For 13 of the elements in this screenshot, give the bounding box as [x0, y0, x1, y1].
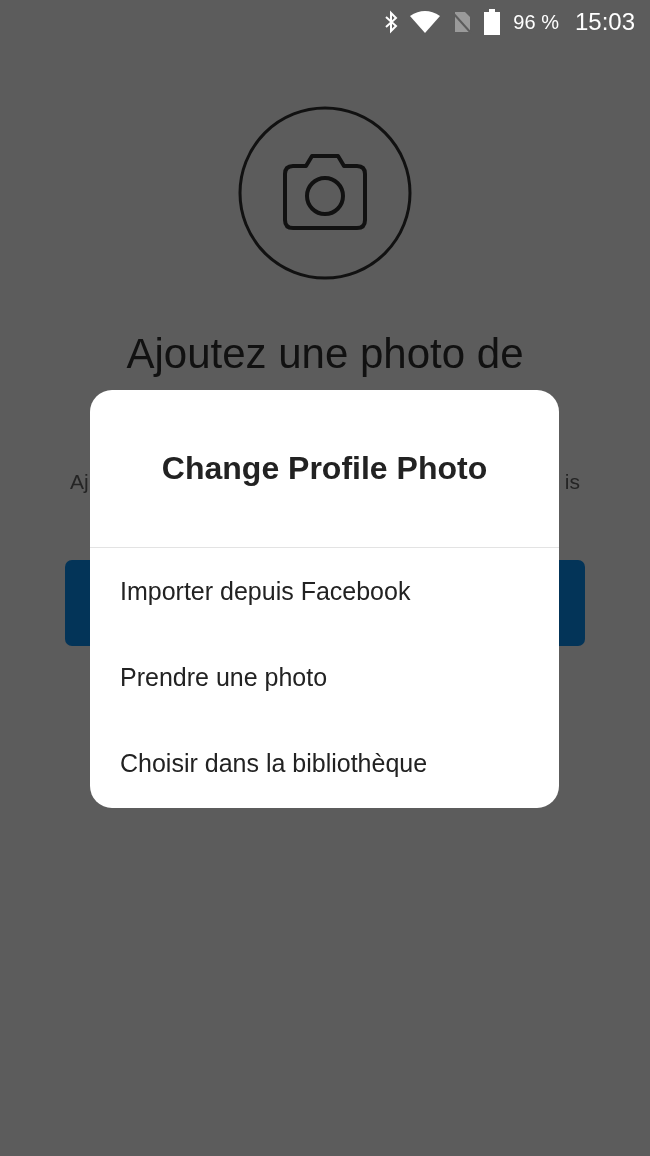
subtitle-text: Aj [70, 470, 89, 494]
dialog-option[interactable]: Choisir dans la bibliothèque [90, 720, 559, 806]
battery-icon [483, 9, 502, 35]
clock: 15:03 [574, 8, 635, 36]
dialog-option[interactable]: Prendre une photo [90, 634, 559, 720]
wifi-icon [409, 10, 442, 34]
subtitle-text: is [564, 470, 580, 494]
battery-percent: 96 % [513, 10, 559, 34]
dialog-title: Change Profile Photo [160, 449, 489, 488]
heading: Ajoutez une photo de [126, 330, 524, 378]
camera-icon [238, 106, 412, 280]
dialog-option[interactable]: Importer depuis Facebook [90, 548, 559, 634]
bluetooth-icon [383, 10, 400, 34]
